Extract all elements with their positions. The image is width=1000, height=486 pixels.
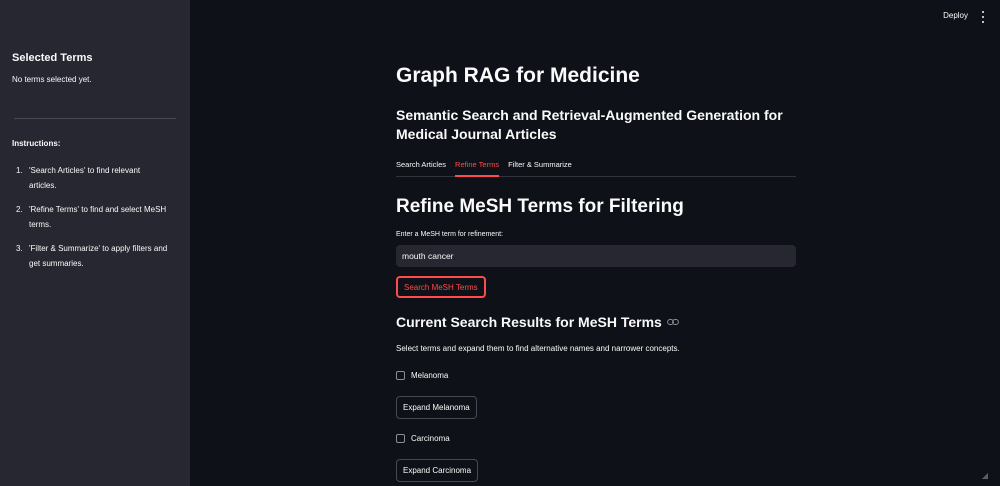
sidebar: Selected Terms No terms selected yet. In…: [0, 0, 190, 486]
checkbox-label: Melanoma: [411, 371, 449, 380]
instruction-text: 'Refine Terms' to find and select MeSH t…: [29, 205, 167, 229]
results-title: Current Search Results for MeSH Terms: [396, 314, 679, 330]
instruction-number: 3.: [16, 244, 23, 253]
checkbox-melanoma[interactable]: Melanoma: [396, 371, 448, 380]
app-header: Deploy: [190, 0, 1000, 32]
instruction-item: 1. 'Search Articles' to find relevant ar…: [12, 163, 178, 193]
sidebar-title: Selected Terms: [12, 52, 93, 64]
tab-filter-summarize[interactable]: Filter & Summarize: [508, 157, 572, 177]
tab-refine-terms[interactable]: Refine Terms: [455, 157, 500, 177]
expand-melanoma-button[interactable]: Expand Melanoma: [396, 396, 477, 419]
resize-handle-icon[interactable]: ◢: [982, 471, 988, 480]
checkbox-label: Carcinoma: [411, 434, 450, 443]
tab-search-articles[interactable]: Search Articles: [396, 157, 446, 177]
tab-bar: Search Articles Refine Terms Filter & Su…: [396, 157, 796, 177]
instruction-number: 1.: [16, 166, 23, 175]
results-title-text: Current Search Results for MeSH Terms: [396, 314, 662, 330]
instruction-item: 2. 'Refine Terms' to find and select MeS…: [12, 202, 178, 232]
sidebar-divider: [14, 118, 176, 119]
mesh-term-input[interactable]: [396, 245, 796, 267]
page-title: Graph RAG for Medicine: [396, 64, 640, 87]
page-subtitle: Semantic Search and Retrieval-Augmented …: [396, 107, 783, 142]
instruction-number: 2.: [16, 205, 23, 214]
checkbox-carcinoma[interactable]: Carcinoma: [396, 434, 450, 443]
mesh-input-label: Enter a MeSH term for refinement:: [396, 231, 503, 238]
instructions-list: 1. 'Search Articles' to find relevant ar…: [12, 163, 178, 271]
search-mesh-terms-button[interactable]: Search MeSH Terms: [396, 276, 486, 298]
instruction-item: 3. 'Filter & Summarize' to apply filters…: [12, 241, 178, 271]
kebab-menu-icon[interactable]: [980, 11, 986, 23]
checkbox-box[interactable]: [396, 434, 405, 443]
results-description: Select terms and expand them to find alt…: [396, 344, 680, 353]
checkbox-box[interactable]: [396, 371, 405, 380]
instruction-text: 'Filter & Summarize' to apply filters an…: [29, 244, 168, 268]
sidebar-empty-text: No terms selected yet.: [12, 75, 92, 84]
section-title: Refine MeSH Terms for Filtering: [396, 196, 684, 217]
deploy-button[interactable]: Deploy: [943, 11, 968, 20]
instructions-title: Instructions:: [12, 139, 61, 148]
expand-carcinoma-button[interactable]: Expand Carcinoma: [396, 459, 479, 482]
link-icon[interactable]: [666, 318, 679, 326]
instruction-text: 'Search Articles' to find relevant artic…: [29, 166, 141, 190]
